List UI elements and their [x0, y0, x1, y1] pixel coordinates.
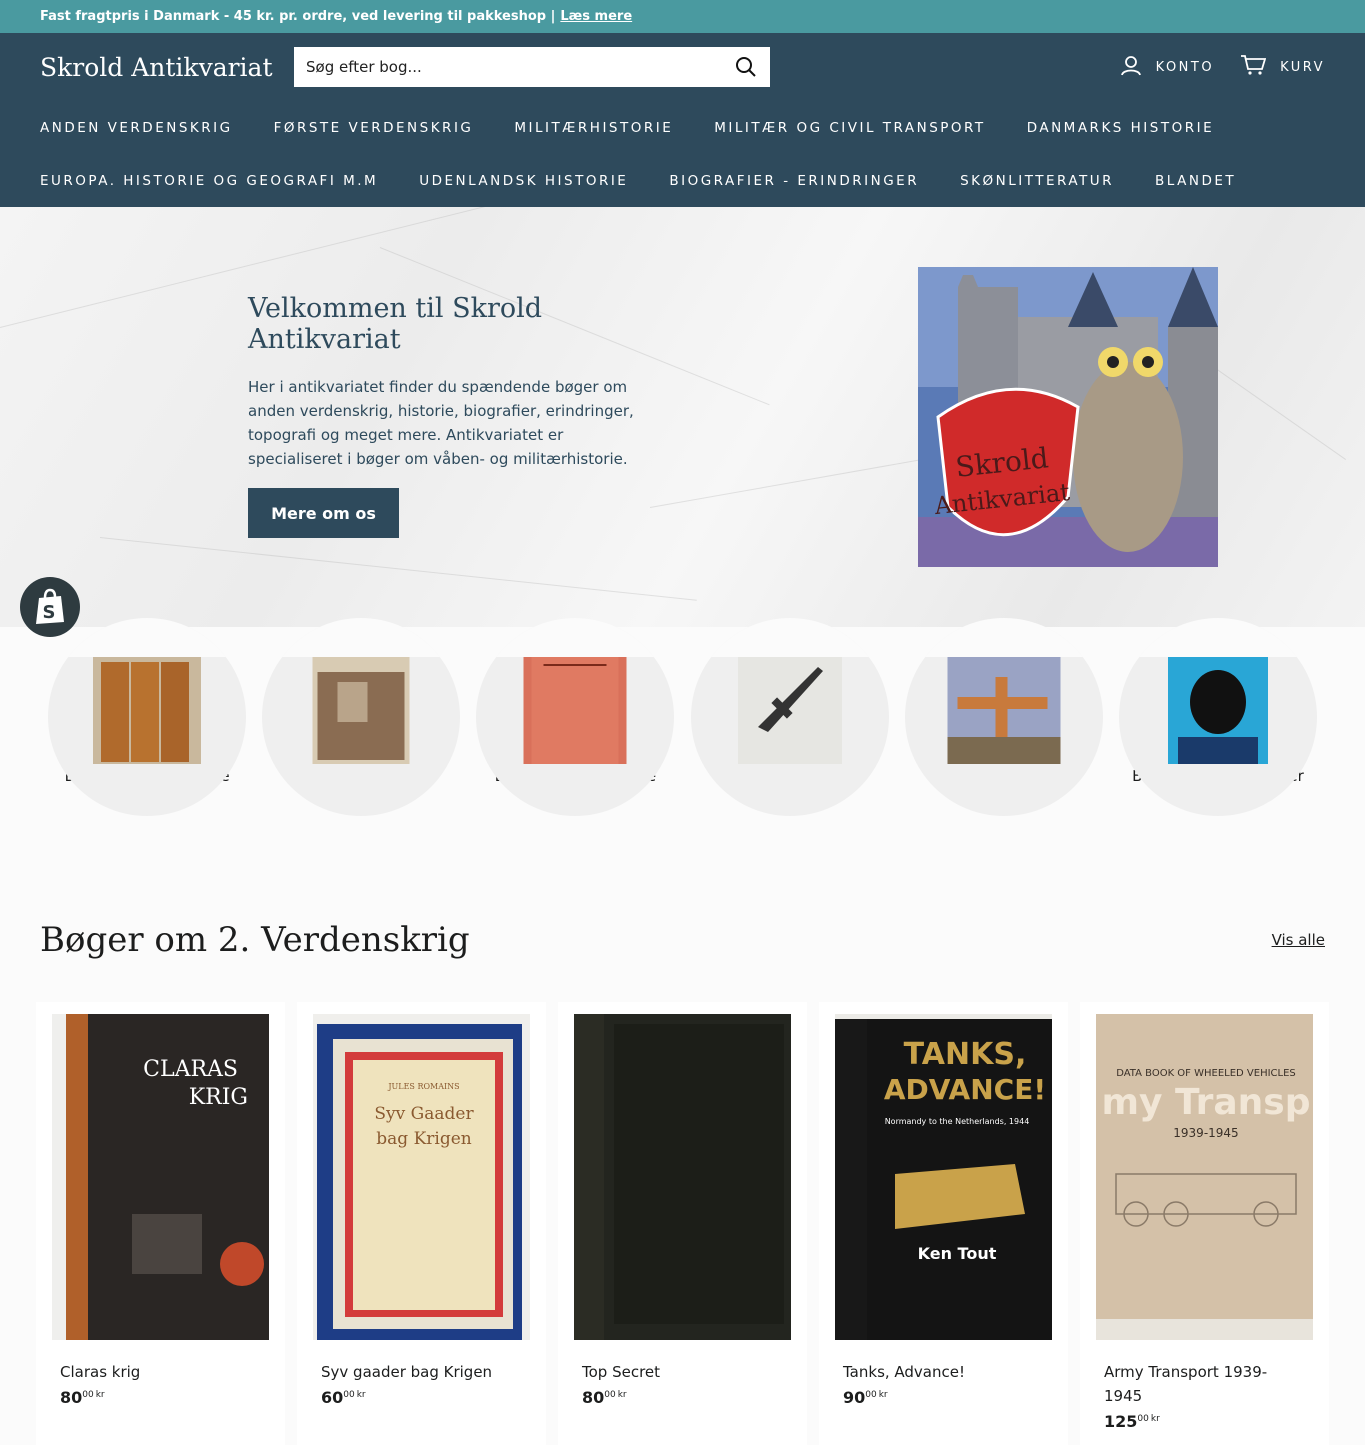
nav-item[interactable]: FØRSTE VERDENSKRIG [274, 120, 474, 136]
product-image: JULES ROMAINS Syv Gaader bag Krigen [313, 1014, 530, 1340]
user-icon [1120, 54, 1142, 80]
account-label: KONTO [1155, 59, 1215, 75]
svg-text:1939-1945: 1939-1945 [1173, 1126, 1238, 1140]
product-price: 12500 kr [1104, 1412, 1160, 1431]
svg-text:Ken Tout: Ken Tout [918, 1244, 997, 1263]
account-link[interactable]: KONTO [1120, 54, 1214, 80]
product-price: 9000 kr [843, 1388, 888, 1407]
hero-banner: Velkommen til Skrold Antikvariat Her i a… [0, 207, 1365, 627]
category-image [523, 657, 627, 764]
nav-item[interactable]: MILITÆR OG CIVIL TRANSPORT [714, 120, 985, 136]
category-item[interactable]: Militær og civil transport [897, 618, 1111, 816]
cart-label: KURV [1280, 59, 1325, 75]
svg-text:bag Krigen: bag Krigen [376, 1129, 472, 1149]
svg-text:Normandy to the Netherlands, 1: Normandy to the Netherlands, 1944 [885, 1117, 1030, 1126]
search-icon[interactable] [734, 55, 758, 79]
announcement-bar: Fast fragtpris i Danmark - 45 kr. pr. or… [0, 0, 1365, 33]
product-card[interactable]: TANKS, ADVANCE! Normandy to the Netherland… [819, 1002, 1068, 1445]
view-all-link[interactable]: Vis alle [1272, 931, 1325, 949]
svg-text:my Transp: my Transp [1102, 1082, 1311, 1123]
svg-text:KRIG: KRIG [189, 1085, 248, 1110]
search-input[interactable] [306, 58, 734, 76]
product-title[interactable]: Top Secret [574, 1360, 791, 1384]
product-image: DATA BOOK OF WHEELED VEHICLES my Transp 19… [1096, 1014, 1313, 1340]
nav-item[interactable]: SKØNLITTERATUR [960, 173, 1114, 189]
category-image [1167, 657, 1268, 764]
product-title[interactable]: Army Transport 1939-1945 [1096, 1360, 1313, 1408]
svg-text:TANKS,: TANKS, [904, 1037, 1027, 1072]
category-list: Danmarks besættelse Den store Krig Dansk… [40, 618, 1325, 816]
nav-item[interactable]: DANMARKS HISTORIE [1027, 120, 1214, 136]
category-image [93, 657, 202, 764]
nav-item[interactable]: BIOGRAFIER - ERINDRINGER [669, 173, 919, 189]
category-image [947, 657, 1061, 764]
svg-text:ADVANCE!: ADVANCE! [884, 1073, 1046, 1106]
category-item[interactable]: Danmarks besættelse [40, 618, 254, 816]
search-bar [294, 47, 770, 87]
category-item[interactable]: Våben/ uniformer [683, 618, 897, 816]
cover-author: JULES ROMAINS [387, 1082, 459, 1091]
cart-link[interactable]: KURV [1240, 54, 1325, 80]
product-grid: CLARAS KRIG Claras krig 8000 kr JULES ROMA… [36, 1002, 1329, 1445]
category-image [737, 657, 842, 764]
category-item[interactable]: Den store Krig [254, 618, 468, 816]
hero-title: Velkommen til Skrold Antikvariat [248, 293, 543, 355]
section-title: Bøger om 2. Verdenskrig [40, 920, 470, 960]
product-title[interactable]: Tanks, Advance! [835, 1360, 1052, 1384]
svg-text:Syv Gaader: Syv Gaader [374, 1104, 474, 1124]
main-nav: ANDEN VERDENSKRIG FØRSTE VERDENSKRIG MIL… [0, 101, 1365, 207]
about-button[interactable]: Mere om os [248, 488, 399, 538]
product-image: TANKS, ADVANCE! Normandy to the Netherland… [835, 1014, 1052, 1340]
product-title[interactable]: Claras krig [52, 1360, 269, 1384]
product-image [574, 1014, 791, 1340]
product-price: 8000 kr [60, 1388, 105, 1407]
category-item[interactable]: Biografier - erindringer [1111, 618, 1325, 816]
product-card[interactable]: Top Secret 8000 kr [558, 1002, 807, 1445]
nav-item[interactable]: ANDEN VERDENSKRIG [40, 120, 233, 136]
site-logo[interactable]: Skrold Antikvariat [40, 53, 294, 82]
cart-icon [1240, 54, 1267, 80]
announcement-text: Fast fragtpris i Danmark - 45 kr. pr. or… [40, 9, 556, 24]
announcement-link[interactable]: Læs mere [560, 9, 632, 24]
product-card[interactable]: CLARAS KRIG Claras krig 8000 kr [36, 1002, 285, 1445]
hero-body: Her i antikvariatet finder du spændende … [248, 378, 634, 468]
nav-item[interactable]: UDENLANDSK HISTORIE [419, 173, 628, 189]
product-title[interactable]: Syv gaader bag Krigen [313, 1360, 530, 1384]
product-card[interactable]: JULES ROMAINS Syv Gaader bag Krigen Syv ga… [297, 1002, 546, 1445]
product-price: 6000 kr [321, 1388, 366, 1407]
cover-title: CLARAS [143, 1057, 238, 1082]
category-item[interactable]: Dansk militærhistorie [468, 618, 682, 816]
category-image [312, 657, 410, 764]
nav-item[interactable]: EUROPA. HISTORIE OG GEOGRAFI M.M [40, 173, 378, 189]
product-price: 8000 kr [582, 1388, 627, 1407]
svg-text:DATA BOOK OF WHEELED VEHICLES: DATA BOOK OF WHEELED VEHICLES [1116, 1068, 1296, 1079]
nav-item[interactable]: BLANDET [1155, 173, 1236, 189]
hero-image: Skrold Antikvariat [918, 267, 1218, 567]
product-card[interactable]: DATA BOOK OF WHEELED VEHICLES my Transp 19… [1080, 1002, 1329, 1445]
site-header: Skrold Antikvariat KONTO KURV A [0, 33, 1365, 207]
product-image: CLARAS KRIG [52, 1014, 269, 1340]
nav-item[interactable]: MILITÆRHISTORIE [514, 120, 673, 136]
